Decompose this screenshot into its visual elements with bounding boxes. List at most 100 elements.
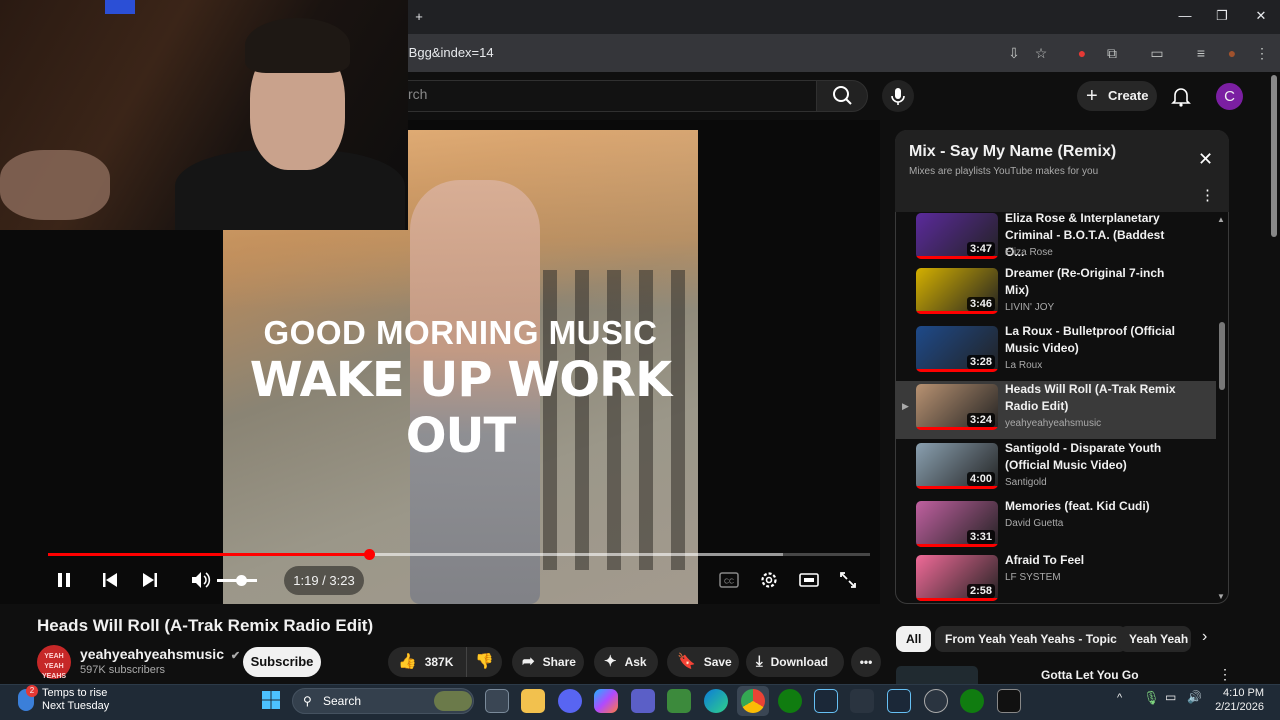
fullscreen-button[interactable] (839, 571, 857, 589)
notifications-bell-icon[interactable] (1170, 85, 1192, 107)
close-window-button[interactable]: ✕ (1251, 6, 1271, 26)
playlist-thumbnail[interactable]: 2:58 (916, 555, 998, 601)
xbox-icon[interactable] (778, 689, 802, 713)
channel-name[interactable]: yeahyeahyeahsmusic ✔ (80, 646, 240, 662)
dislike-button[interactable]: 👎 (466, 647, 502, 677)
playlist-item[interactable]: 4:00 Santigold - Disparate Youth (Officia… (896, 440, 1216, 498)
next-video-title[interactable]: Gotta Let You Go (1041, 668, 1139, 682)
progress-scrubber[interactable] (364, 549, 375, 560)
playlist-thumbnail[interactable]: 3:28 (916, 326, 998, 372)
scroll-up-arrow-icon[interactable]: ▲ (1217, 215, 1225, 224)
playlist-item[interactable]: 3:31 Memories (feat. Kid Cudi) David Guett… (896, 498, 1216, 556)
channel-avatar[interactable]: YEAH YEAH YEAHS (37, 645, 71, 680)
next-button[interactable] (141, 571, 159, 589)
like-count: 387K (424, 655, 454, 669)
search-highlight-icon (434, 691, 472, 711)
minimize-button[interactable]: — (1175, 6, 1195, 26)
g-app-icon[interactable] (850, 689, 874, 713)
playlist-scrollbar[interactable] (1219, 322, 1225, 390)
weather-subtitle[interactable]: Next Tuesday (42, 700, 109, 712)
clock-time[interactable]: 4:10 PM (1214, 687, 1264, 699)
chip-all[interactable]: All (896, 626, 932, 652)
playlist-thumbnail[interactable]: 4:00 (916, 443, 998, 489)
webcam-blue-light (105, 0, 135, 14)
download-button[interactable]: ⤓ Download (746, 647, 844, 677)
playlist-item[interactable]: 3:46 Dreamer (Re-Original 7-inch Mix) LIVI… (896, 265, 1216, 323)
next-video-thumbnail[interactable] (896, 666, 978, 684)
side-panel-icon[interactable]: ▭ (1146, 42, 1168, 64)
steam-icon[interactable] (887, 689, 911, 713)
duration-badge: 3:28 (966, 355, 995, 369)
like-button[interactable]: 👍 387K (388, 647, 472, 677)
clock-date[interactable]: 2/21/2026 (1214, 701, 1264, 713)
playlist-item-title: Santigold - Disparate Youth (Official Mu… (1005, 441, 1162, 472)
chip-from-topic[interactable]: From Yeah Yeah Yeahs - Topic (935, 626, 1127, 652)
extension-red-icon[interactable]: ● (1071, 42, 1093, 64)
media-controls-icon[interactable]: ≡ (1190, 42, 1212, 64)
settings-app-icon[interactable] (924, 689, 948, 713)
weather-title[interactable]: Temps to rise (42, 687, 107, 699)
search-input[interactable] (380, 80, 816, 112)
save-button[interactable]: 🔖 Save (667, 647, 739, 677)
pause-button[interactable] (55, 571, 73, 589)
voice-search-button[interactable] (882, 80, 914, 112)
playlist-item[interactable]: 2:58 Afraid To Feel LF SYSTEM (896, 552, 1216, 610)
epic-games-icon[interactable] (997, 689, 1021, 713)
microphone-tray-icon[interactable]: 🎙 (1143, 690, 1160, 706)
search-button[interactable] (816, 80, 868, 112)
maximize-button[interactable]: ❐ (1212, 6, 1232, 26)
playlist-item[interactable]: 3:47 Eliza Rose & Interplanetary Criminal… (896, 210, 1216, 268)
mute-button[interactable] (190, 570, 212, 590)
chrome-icon[interactable] (741, 689, 765, 713)
windows-start-icon[interactable] (261, 690, 281, 710)
video-overlay-line1: GOOD MORNING MUSIC (263, 314, 658, 351)
playlist-item[interactable]: 3:28 La Roux - Bulletproof (Official Musi… (896, 323, 1216, 381)
playlist-thumbnail[interactable]: 3:46 (916, 268, 998, 314)
ask-button[interactable]: ✦ Ask (594, 647, 658, 677)
steam-store-icon[interactable] (814, 689, 838, 713)
playlist-item[interactable]: ▶ 3:24 Heads Will Roll (A-Trak Remix Radio… (896, 381, 1216, 439)
next-video-more-icon[interactable]: ⋮ (1218, 666, 1232, 683)
account-avatar[interactable]: C (1216, 83, 1243, 110)
previous-button[interactable] (101, 571, 119, 589)
next-icon (143, 573, 157, 587)
install-app-icon[interactable]: ⇩ (1003, 42, 1025, 64)
profile-icon[interactable]: ● (1221, 42, 1243, 64)
task-view-icon[interactable] (485, 689, 509, 713)
copilot-icon[interactable] (594, 689, 618, 713)
more-actions-button[interactable]: ••• (851, 647, 881, 677)
teams-icon[interactable] (631, 689, 655, 713)
chip-yeah-yeah[interactable]: Yeah Yeah (1119, 626, 1191, 652)
subscribe-button[interactable]: Subscribe (243, 647, 321, 677)
video-overlay-line2: WAKE UP WORK OUT (249, 352, 672, 464)
address-bar[interactable]: BBgg&index=14 (400, 40, 1000, 66)
playlist-thumbnail[interactable]: 3:31 (916, 501, 998, 547)
more-vertical-icon[interactable]: ⋮ (1200, 186, 1215, 204)
tray-chevron-up-icon[interactable]: ^ (1117, 692, 1122, 704)
chevron-right-icon[interactable]: › (1202, 628, 1207, 646)
browser-menu-icon[interactable]: ⋮ (1251, 42, 1273, 64)
playlist-thumbnail[interactable]: 3:47 (916, 213, 998, 259)
duration-badge: 3:24 (966, 413, 995, 427)
scroll-down-arrow-icon[interactable]: ▼ (1217, 592, 1225, 601)
edge-icon[interactable] (704, 689, 728, 713)
xbox-app-icon[interactable] (960, 689, 984, 713)
settings-button[interactable] (759, 570, 779, 590)
close-icon[interactable]: ✕ (1198, 149, 1213, 170)
theater-mode-button[interactable] (799, 571, 819, 589)
captions-button[interactable]: CC (719, 571, 739, 589)
speaker-icon[interactable]: 🔊 (1187, 690, 1202, 704)
network-icon[interactable]: ▭ (1165, 690, 1176, 704)
game-app-icon[interactable] (667, 689, 691, 713)
discord-icon[interactable] (558, 689, 582, 713)
create-button[interactable]: + Create (1077, 81, 1157, 111)
bookmark-star-icon[interactable]: ☆ (1030, 42, 1052, 64)
extensions-puzzle-icon[interactable]: ⧉ (1101, 42, 1123, 64)
page-scrollbar[interactable] (1271, 75, 1277, 237)
playlist-thumbnail[interactable]: 3:24 (916, 384, 998, 430)
volume-knob[interactable] (236, 575, 247, 586)
file-explorer-icon[interactable] (521, 689, 545, 713)
new-tab-button[interactable]: + (409, 7, 429, 27)
share-button[interactable]: ➦ Share (512, 647, 584, 677)
weather-badge: 2 (26, 685, 38, 697)
